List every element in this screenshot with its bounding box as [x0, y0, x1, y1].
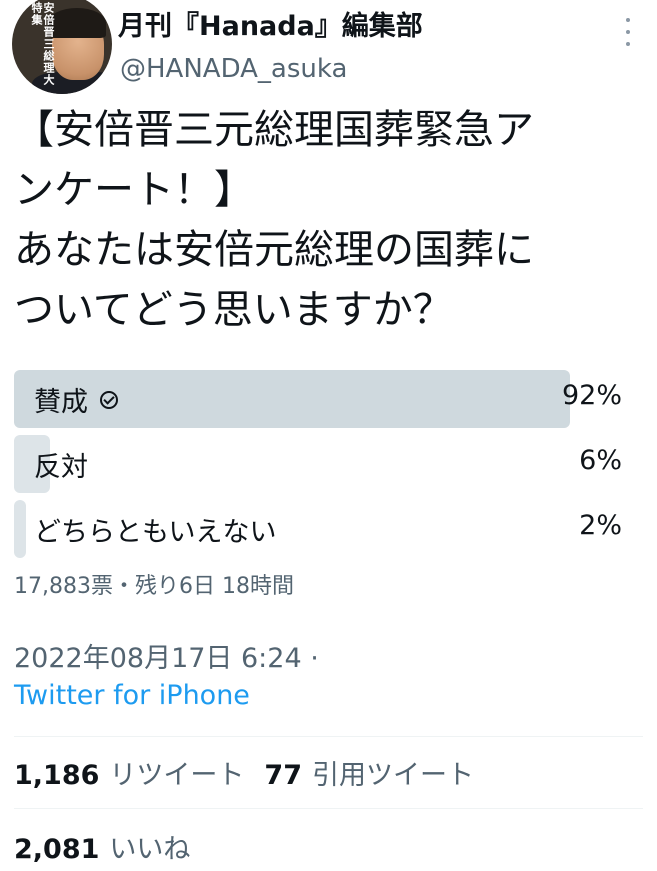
more-dot — [626, 42, 630, 46]
more-vertical-icon[interactable] — [618, 18, 638, 46]
poll-option-label: どちらともいえない — [34, 517, 277, 548]
engagement-stats-row: 1,186 リツイート 77 引用ツイート — [14, 753, 474, 792]
poll-option-oppose: 反対 6% — [14, 435, 628, 493]
tweet-text: 【安倍晋三元総理国葬緊急ア ンケート！】あなたは安倍元総理の国葬に ついてどう思いま… — [14, 100, 649, 340]
divider — [14, 736, 643, 737]
tweet-line: ンケート！】 — [14, 167, 254, 213]
avatar-caption: 安倍晋三総理大特集 — [30, 2, 55, 86]
more-dot — [626, 18, 630, 22]
tweet-line: あなたは安倍元総理の国葬に — [14, 227, 534, 273]
like-count[interactable]: 2,081 — [14, 834, 99, 865]
check-circle-icon — [100, 390, 118, 409]
retweet-count[interactable]: 1,186 — [14, 760, 99, 791]
tweet-source-link[interactable]: Twitter for iPhone — [14, 680, 250, 711]
poll-option-neutral: どちらともいえない 2% — [14, 500, 628, 558]
quote-count[interactable]: 77 — [264, 760, 302, 791]
poll: 賛成 92% 反対 6% どちらともいえない 2% — [14, 370, 628, 565]
poll-option-percent: 2% — [579, 510, 622, 541]
like-label[interactable]: いいね — [109, 834, 190, 865]
divider — [14, 808, 643, 809]
poll-option-agree: 賛成 92% — [14, 370, 628, 428]
likes-stats-row: 2,081 いいね — [14, 827, 190, 866]
user-handle[interactable]: @HANADA_asuka — [120, 54, 347, 84]
avatar[interactable]: 安倍晋三総理大特集 — [12, 0, 112, 94]
display-name[interactable]: 月刊『Hanada』編集部 — [118, 4, 423, 43]
quote-label[interactable]: 引用ツイート — [312, 760, 474, 791]
more-dot — [626, 30, 630, 34]
poll-option-label-row: 賛成 — [34, 380, 118, 419]
poll-option-percent: 92% — [561, 380, 622, 411]
avatar-hair — [48, 8, 106, 38]
poll-bar — [14, 500, 26, 558]
poll-option-label-row: どちらともいえない — [34, 510, 276, 549]
poll-option-label: 賛成 — [34, 387, 88, 418]
poll-option-label-row: 反対 — [34, 445, 88, 484]
tweet-line: 【安倍晋三元総理国葬緊急ア — [14, 107, 534, 153]
tweet-timestamp[interactable]: 2022年08月17日 6:24 · — [14, 636, 319, 675]
poll-meta: 17,883票・残り6日 18時間 — [14, 574, 294, 599]
retweet-label[interactable]: リツイート — [109, 760, 244, 791]
poll-option-percent: 6% — [579, 445, 622, 476]
poll-option-label: 反対 — [34, 452, 88, 483]
tweet-header: 安倍晋三総理大特集 月刊『Hanada』編集部 @HANADA_asuka — [0, 0, 657, 100]
tweet-line: ついてどう思いますか？ — [14, 287, 453, 333]
